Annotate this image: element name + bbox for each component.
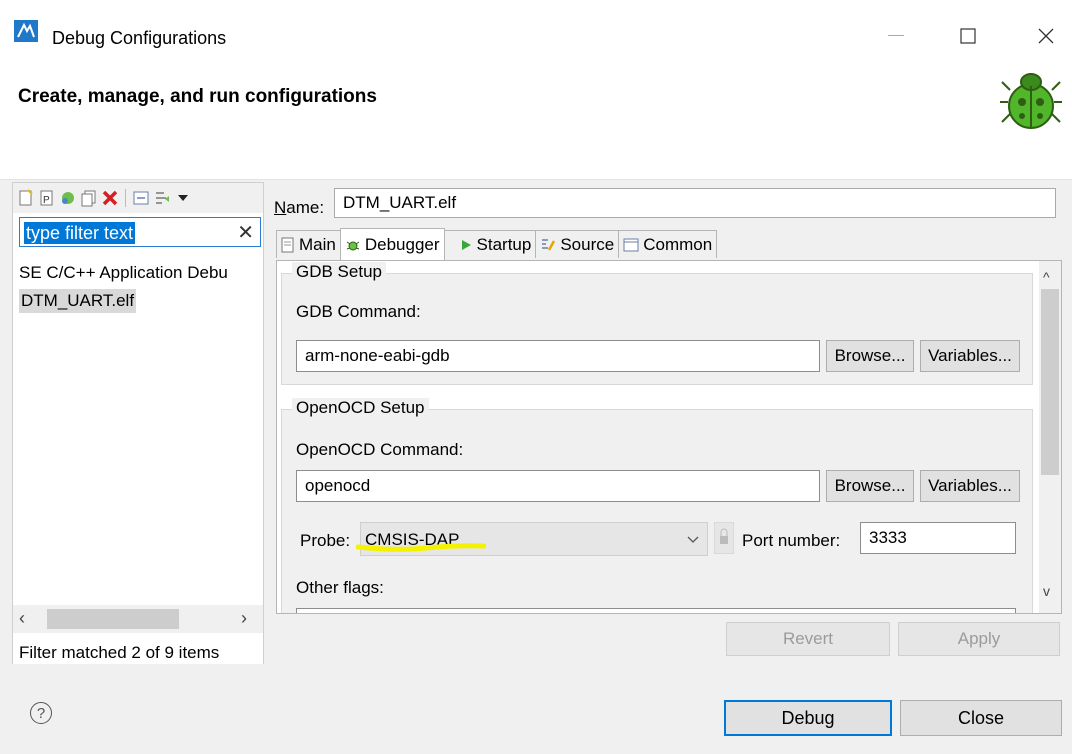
config-toolbar: P: [13, 183, 263, 213]
revert-button[interactable]: Revert: [726, 622, 890, 656]
window-title: Debug Configurations: [52, 28, 227, 48]
close-button[interactable]: Close: [900, 700, 1062, 736]
common-tab-icon: [623, 238, 639, 251]
header-title: Create, manage, and run configurations: [18, 86, 377, 107]
tab-common-label: Common: [643, 234, 713, 254]
tab-source[interactable]: Source: [535, 230, 620, 258]
lock-icon[interactable]: [714, 522, 734, 554]
other-flags-label: Other flags:: [296, 578, 384, 597]
bug-icon: [1000, 73, 1062, 129]
port-number-input[interactable]: 3333: [860, 522, 1016, 554]
vertical-scrollbar[interactable]: ^ v: [1039, 261, 1061, 613]
openocd-variables-button[interactable]: Variables...: [920, 470, 1020, 502]
tab-debugger[interactable]: Debugger: [339, 228, 445, 260]
clear-filter-icon[interactable]: ✕: [237, 220, 254, 245]
gdb-command-label: GDB Command:: [296, 302, 421, 321]
filter-text: type filter text: [24, 222, 136, 244]
name-label: Name:: [274, 198, 325, 217]
duplicate-icon[interactable]: [80, 189, 98, 207]
config-list-pane: P type filter text ✕ SE C/C++ Applicatio…: [12, 182, 264, 676]
gdb-setup-title: GDB Setup: [292, 262, 386, 282]
vertical-scroll-thumb[interactable]: [1041, 289, 1059, 475]
scroll-down-icon[interactable]: v: [1043, 583, 1050, 599]
eclipse-app-icon: [14, 20, 38, 42]
tab-source-label: Source: [560, 234, 615, 254]
tab-bar: Main Debugger Startup Source Common: [276, 228, 718, 260]
maximize-button[interactable]: [948, 18, 988, 54]
debug-label: Debug: [781, 707, 835, 728]
probe-label: Probe:: [300, 531, 351, 550]
tab-startup[interactable]: Startup: [443, 230, 537, 258]
debugger-tab-panel: GDB Setup GDB Command: arm-none-eabi-gdb…: [276, 260, 1062, 614]
minimize-icon: [888, 35, 904, 36]
debug-button[interactable]: Debug: [724, 700, 892, 736]
minimize-button[interactable]: [876, 18, 916, 54]
name-field[interactable]: DTM_UART.elf: [334, 188, 1056, 218]
apply-label: Apply: [957, 629, 1001, 648]
dialog-header: Create, manage, and run configurations: [0, 68, 1072, 180]
filter-status: Filter matched 2 of 9 items: [19, 643, 220, 662]
scroll-up-icon[interactable]: ^: [1043, 269, 1050, 285]
filter-icon[interactable]: [153, 189, 171, 207]
tab-startup-label: Startup: [476, 234, 532, 254]
new-prototype-icon[interactable]: P: [38, 189, 56, 207]
openocd-browse-button[interactable]: Browse...: [826, 470, 914, 502]
help-icon[interactable]: ?: [30, 702, 52, 724]
svg-text:P: P: [43, 195, 50, 206]
gdb-command-input[interactable]: arm-none-eabi-gdb: [296, 340, 820, 372]
tab-main[interactable]: Main: [276, 230, 341, 258]
debugger-tab-icon: [346, 241, 360, 250]
tree-item-dtm-uart[interactable]: DTM_UART.elf: [19, 289, 137, 313]
toolbar-separator: [125, 189, 126, 207]
highlight-mark: [356, 543, 486, 552]
export-icon[interactable]: [59, 189, 77, 207]
chevron-down-icon: [687, 536, 699, 543]
openocd-command-input[interactable]: openocd: [296, 470, 820, 502]
config-editor-pane: Name: DTM_UART.elf Main Debugger Startup…: [270, 182, 1070, 618]
main-tab-icon: [281, 237, 294, 252]
horizontal-scrollbar[interactable]: ‹ ›: [13, 605, 263, 633]
gdb-variables-button[interactable]: Variables...: [920, 340, 1020, 372]
chevron-down-icon[interactable]: [174, 189, 192, 207]
new-config-icon[interactable]: [17, 189, 35, 207]
filter-input[interactable]: type filter text ✕: [19, 217, 261, 247]
gdb-setup-group: GDB Setup GDB Command: arm-none-eabi-gdb…: [281, 262, 1033, 385]
close-label: Close: [957, 707, 1005, 728]
dialog-content: P type filter text ✕ SE C/C++ Applicatio…: [0, 180, 1072, 676]
delete-icon[interactable]: [101, 189, 119, 207]
close-window-button[interactable]: [1026, 18, 1066, 54]
openocd-setup-group: OpenOCD Setup OpenOCD Command: openocd B…: [281, 398, 1033, 613]
dialog-footer: ? Debug Close: [0, 664, 1072, 754]
openocd-command-label: OpenOCD Command:: [296, 440, 464, 459]
close-icon: [1038, 28, 1054, 44]
scroll-thumb[interactable]: [47, 609, 179, 629]
gdb-browse-button[interactable]: Browse...: [826, 340, 914, 372]
tab-common[interactable]: Common: [618, 230, 718, 258]
revert-label: Revert: [782, 629, 834, 648]
collapse-all-icon[interactable]: [132, 189, 150, 207]
startup-tab-icon: [461, 239, 471, 250]
tree-item-se-cpp-app[interactable]: SE C/C++ Application Debu: [19, 263, 228, 283]
apply-button[interactable]: Apply: [898, 622, 1060, 656]
scroll-right-icon[interactable]: ›: [241, 608, 247, 629]
port-number-label: Port number:: [742, 531, 841, 550]
source-tab-icon: [542, 238, 556, 251]
scroll-left-icon[interactable]: ‹: [19, 608, 25, 629]
other-flags-input[interactable]: [296, 608, 1016, 613]
openocd-setup-title: OpenOCD Setup: [292, 398, 429, 418]
tab-debugger-label: Debugger: [364, 234, 440, 254]
maximize-icon: [960, 28, 976, 44]
title-bar: Debug Configurations: [0, 0, 1072, 68]
tab-main-label: Main: [299, 234, 336, 254]
